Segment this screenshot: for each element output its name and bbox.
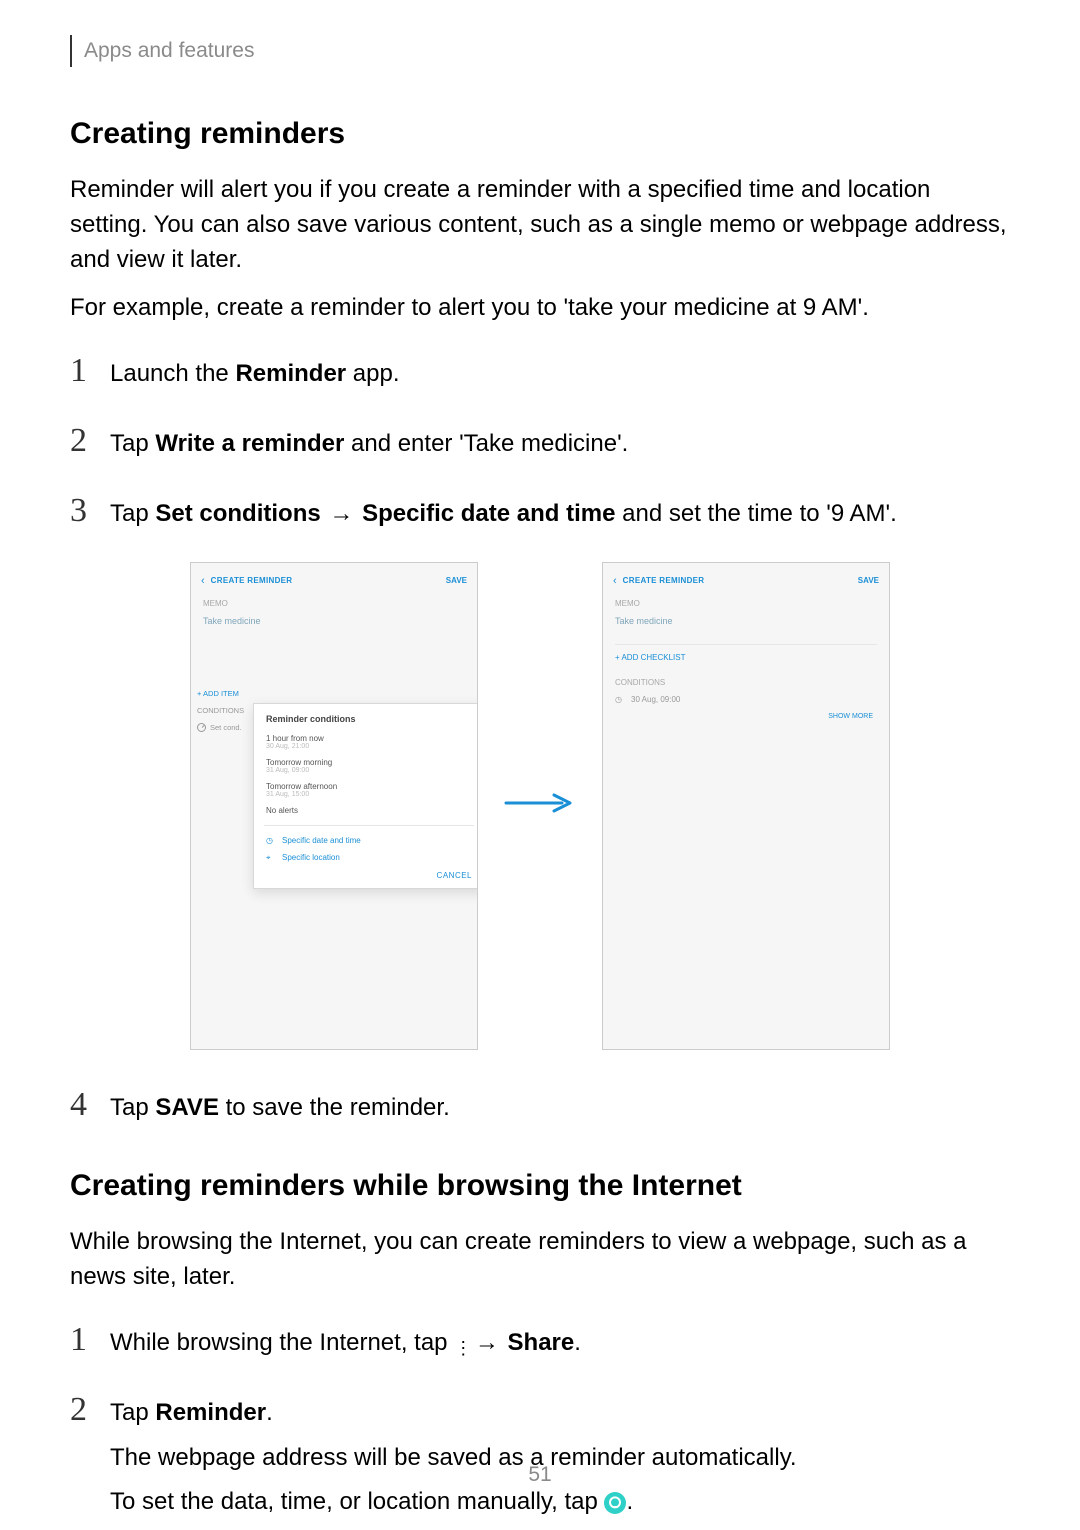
s2step1-post: . [574,1329,581,1356]
clock-icon: ◷ [615,695,625,704]
set-cond-text: Set cond. [210,723,242,732]
opt1-sub: 30 Aug, 21:00 [266,743,472,750]
memo-text[interactable]: Take medicine [191,608,477,644]
s2step1-pre: While browsing the Internet, tap [110,1329,454,1356]
step2-pre: Tap [110,430,155,457]
section2-steps: 1 While browsing the Internet, tap ⋮ → S… [70,1315,1010,1530]
section1-para2: For example, create a reminder to alert … [70,291,1010,326]
clock-icon [197,723,206,732]
step-number: 3 [70,486,110,535]
page-number: 51 [0,1463,1080,1487]
opt2-label: Tomorrow morning [266,758,472,767]
step-2: 2 Tap Write a reminder and enter 'Take m… [70,416,1010,472]
section-heading-1: Creating reminders [70,117,1010,151]
step-number: 1 [70,1315,110,1364]
s2step2-line3-post: . [626,1488,633,1515]
option-tomorrow-afternoon[interactable]: Tomorrow afternoon 31 Aug, 15:00 [266,782,472,798]
step-1b: 1 While browsing the Internet, tap ⋮ → S… [70,1315,1010,1371]
screenshot-after: ‹ CREATE REMINDER SAVE MEMO Take medicin… [602,562,890,1050]
section1-para1: Reminder will alert you if you create a … [70,173,1010,277]
step-number: 2 [70,1385,110,1434]
step-number: 4 [70,1080,110,1129]
step2-post: and enter 'Take medicine'. [344,430,628,457]
screenshot-before: ‹ CREATE REMINDER SAVE MEMO Take medicin… [190,562,478,1050]
step3-bold1: Set conditions [155,500,320,527]
opt1-label: 1 hour from now [266,734,472,743]
cancel-button[interactable]: CANCEL [266,871,472,880]
add-item-link[interactable]: + ADD ITEM [197,689,247,698]
opt3-label: Tomorrow afternoon [266,782,472,791]
arrow-right-icon: → [321,500,362,527]
step-4: 4 Tap SAVE to save the reminder. [70,1080,1010,1136]
step-number: 2 [70,416,110,465]
section1-steps: 1 Launch the Reminder app. 2 Tap Write a… [70,346,1010,541]
reminder-icon [604,1492,626,1514]
s2step2-pre: Tap [110,1399,155,1426]
s2step2-post: . [266,1399,273,1426]
location-icon: ⌖ [266,853,276,863]
add-checklist-link[interactable]: + ADD CHECKLIST [603,651,889,666]
option-1hour[interactable]: 1 hour from now 30 Aug, 21:00 [266,734,472,750]
link2-text: Specific location [282,853,340,862]
breadcrumb: Apps and features [70,35,1010,67]
condition-time[interactable]: ◷ 30 Aug, 09:00 [603,693,889,710]
arrow-right-icon: → [466,1329,507,1356]
opt3-sub: 31 Aug, 15:00 [266,791,472,798]
conditions-popup: Reminder conditions 1 hour from now 30 A… [253,703,478,889]
transition-arrow-icon [504,789,576,822]
step-2b: 2 Tap Reminder. The webpage address will… [70,1385,1010,1530]
link1-text: Specific date and time [282,836,361,845]
option-tomorrow-morning[interactable]: Tomorrow morning 31 Aug, 09:00 [266,758,472,774]
section2-para1: While browsing the Internet, you can cre… [70,1225,1010,1295]
step1-post: app. [346,360,399,387]
opt2-sub: 31 Aug, 09:00 [266,767,472,774]
step4-bold: SAVE [155,1094,219,1121]
step1-bold: Reminder [235,360,346,387]
step3-post: and set the time to '9 AM'. [615,500,896,527]
section1-steps-cont: 4 Tap SAVE to save the reminder. [70,1080,1010,1136]
s2step1-bold: Share [508,1329,575,1356]
popup-title: Reminder conditions [266,714,472,724]
step-1: 1 Launch the Reminder app. [70,346,1010,402]
memo-label: MEMO [603,599,889,608]
example-screenshots: ‹ CREATE REMINDER SAVE MEMO Take medicin… [70,562,1010,1050]
back-icon[interactable]: ‹ [201,575,205,587]
save-button[interactable]: SAVE [858,576,879,585]
conditions-label: CONDITIONS [197,706,247,715]
condition-time-text: 30 Aug, 09:00 [631,695,680,704]
section-heading-2: Creating reminders while browsing the In… [70,1169,1010,1203]
more-options-icon: ⋮ [454,1343,466,1353]
set-conditions[interactable]: Set cond. [197,723,247,732]
conditions-label: CONDITIONS [615,678,665,687]
step1-pre: Launch the [110,360,235,387]
side-column: + ADD ITEM CONDITIONS Set cond. [191,683,253,738]
s2step2-line3-pre: To set the data, time, or location manua… [110,1488,604,1515]
specific-date-time-link[interactable]: ◷ Specific date and time [266,836,472,845]
screen-title: CREATE REMINDER [211,576,446,585]
step-number: 1 [70,346,110,395]
step2-bold: Write a reminder [155,430,344,457]
clock-icon: ◷ [266,836,276,845]
save-button[interactable]: SAVE [446,576,467,585]
opt4-label: No alerts [266,806,472,815]
memo-label: MEMO [191,599,477,608]
specific-location-link[interactable]: ⌖ Specific location [266,853,472,863]
screen-title: CREATE REMINDER [623,576,858,585]
step-3: 3 Tap Set conditions → Specific date and… [70,486,1010,542]
show-more-link[interactable]: SHOW MORE [603,710,889,723]
step4-post: to save the reminder. [219,1094,450,1121]
memo-text[interactable]: Take medicine [603,608,889,644]
s2step2-bold: Reminder [155,1399,266,1426]
step3-pre: Tap [110,500,155,527]
back-icon[interactable]: ‹ [613,575,617,587]
step4-pre: Tap [110,1094,155,1121]
step3-bold2: Specific date and time [362,500,615,527]
option-no-alerts[interactable]: No alerts [266,806,472,815]
